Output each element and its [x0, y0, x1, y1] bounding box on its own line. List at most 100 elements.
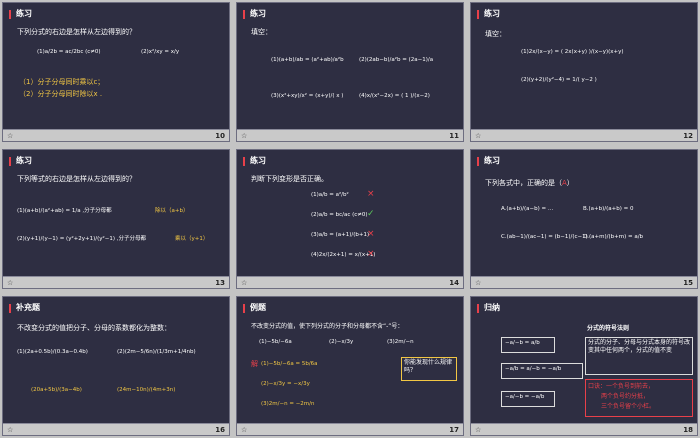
- slide-footer: [471, 276, 697, 288]
- question-text: 不改变分式的值把分子、分母的系数都化为整数：: [17, 324, 171, 332]
- slide-thumbnail-18[interactable]: 归纳 分式的符号法则 −a/−b = a/b −a/b = a/−b = −a/…: [470, 296, 698, 436]
- star-icon: ☆: [7, 132, 14, 140]
- formula-2: (2)x²/xy = x/y: [141, 49, 180, 55]
- slide-number: 13: [215, 279, 225, 287]
- wrong-mark-icon: ×: [367, 189, 375, 199]
- rule-heading: 分式的符号法则: [587, 325, 630, 332]
- question-stem: 下列各式中，正确的是（: [485, 179, 562, 187]
- star-icon: ☆: [7, 279, 14, 287]
- wrong-mark-icon: ×: [367, 249, 375, 259]
- formula-1: (1)(a+b)/(a²+ab) = 1/a ,分子分母都: [17, 208, 112, 214]
- formula-1: (1)(a+b)/ab = (a²+ab)/a²b: [271, 57, 344, 63]
- slide-title: 练习: [16, 9, 32, 18]
- star-icon: ☆: [241, 279, 248, 287]
- answer-2: (24m−10n)/(4m+3n): [117, 387, 176, 393]
- star-icon: ☆: [241, 132, 248, 140]
- formula-4: (4)2x/(2x+1) = x/(x+1): [311, 252, 376, 258]
- slide-thumbnail-14[interactable]: 练习 判断下列变形是否正确。 (1)a/b = a²/b² (2)a/b = b…: [236, 149, 464, 289]
- star-icon: ☆: [241, 426, 248, 434]
- slide-number: 15: [683, 279, 693, 287]
- slide-thumbnail-16[interactable]: 补充题 不改变分式的值把分子、分母的系数都化为整数： (1)(2a+0.5b)/…: [2, 296, 230, 436]
- slide-title: 练习: [484, 9, 500, 18]
- question-text: 填空：: [251, 28, 272, 36]
- tip-line-2: 两个负号约分抵，: [601, 393, 650, 400]
- example-3: −a/−b = −a/b: [505, 394, 545, 400]
- formula-2: (2)(2m−5/6n)/(1/3m+1/4nb): [117, 349, 196, 355]
- option-b: B.(a+b)/(a+b) = 0: [583, 206, 634, 212]
- question-text: 下列各式中，正确的是（A）: [485, 178, 574, 188]
- slide-number: 11: [449, 132, 459, 140]
- check-mark-icon: ✓: [367, 209, 375, 219]
- formula-1: (1)a/2b = ac/2bc (c≠0): [37, 49, 101, 55]
- question-text: 判断下列变形是否正确。: [251, 175, 328, 183]
- title-marker: [243, 304, 245, 313]
- tip-line-3: 三个负号留个小杠。: [601, 403, 656, 410]
- slide-thumbnail-12[interactable]: 练习 填空： (1)2x/(x−y) = ( 2x(x+y) )/(x−y)(x…: [470, 2, 698, 142]
- star-icon: ☆: [475, 426, 482, 434]
- solution-label: 解: [251, 360, 258, 368]
- title-marker: [477, 304, 479, 313]
- formula-2: (2)(y+2)/(y²−4) = 1/( y−2 ): [521, 77, 597, 83]
- slide-number: 16: [215, 426, 225, 434]
- slide-number: 14: [449, 279, 459, 287]
- slide-footer: [471, 129, 697, 141]
- answer-1: (20a+5b)/(3a−4b): [31, 387, 82, 393]
- star-icon: ☆: [475, 132, 482, 140]
- formula-2: (2)(2ab−b)/a²b = (2a−1)/a: [359, 57, 434, 63]
- question-text: 不改变分式的值，使下列分式的分子和分母都不含“-”号：: [251, 323, 404, 330]
- title-marker: [9, 304, 11, 313]
- slide-title: 补充题: [16, 303, 40, 312]
- slide-number: 12: [683, 132, 693, 140]
- formula-1: (1)a/b = a²/b²: [311, 192, 349, 198]
- slide-title: 练习: [250, 9, 266, 18]
- wrong-mark-icon: ×: [367, 229, 375, 239]
- slide-thumbnail-15[interactable]: 练习 下列各式中，正确的是（A） A.(a+b)/(a−b) = … B.(a+…: [470, 149, 698, 289]
- slide-footer: [471, 423, 697, 435]
- title-marker: [9, 157, 11, 166]
- slide-footer: [3, 423, 229, 435]
- slide-title: 练习: [484, 156, 500, 165]
- formula-3: (3)2m/−n: [387, 339, 414, 345]
- title-marker: [477, 157, 479, 166]
- slide-thumbnail-13[interactable]: 练习 下列等式的右边是怎样从左边得到的？ (1)(a+b)/(a²+ab) = …: [2, 149, 230, 289]
- formula-2: (2)−x/3y: [329, 339, 354, 345]
- title-marker: [243, 157, 245, 166]
- example-1: −a/−b = a/b: [505, 340, 540, 346]
- solution-2: (2)−x/3y = −x/3y: [261, 381, 310, 387]
- slide-footer: [237, 129, 463, 141]
- tip-line-1: 口诀：一个负号到前去，: [588, 383, 655, 390]
- formula-1: (1)(2a+0.5b)/(0.3a−0.4b): [17, 349, 88, 355]
- slide-title: 归纳: [484, 303, 500, 312]
- title-marker: [477, 10, 479, 19]
- callout-text: 你能发现什么规律吗？: [404, 359, 453, 374]
- rule-text: 分式的分子、分母与分式本身的符号改变其中任何两个，分式的值不变: [588, 339, 691, 354]
- formula-1: (1)2x/(x−y) = ( 2x(x+y) )/(x−y)(x+y): [521, 49, 624, 55]
- question-close: ）: [566, 179, 574, 187]
- title-marker: [9, 10, 11, 19]
- formula-2: (2)a/b = bc/ac (c≠0): [311, 212, 368, 218]
- formula-3: (3)a/b = (a+1)/(b+1): [311, 232, 370, 238]
- answer-1: 除以（a+b）: [155, 208, 189, 214]
- question-text: 填空：: [485, 30, 506, 38]
- slide-footer: [237, 423, 463, 435]
- option-c: C.(ab−1)/(ac−1) = (b−1)/(c−1): [501, 234, 588, 240]
- formula-2: (2)(y+1)/(y−1) = (y²+2y+1)/(y²−1) ,分子分母都: [17, 236, 146, 242]
- formula-1: (1)−5b/−6a: [259, 339, 292, 345]
- answer-1: （1）分子分母同时乘以c；: [19, 78, 105, 86]
- slide-thumbnail-10[interactable]: 练习 下列分式的右边是怎样从左边得到的？ (1)a/2b = ac/2bc (c…: [2, 2, 230, 142]
- slide-title: 练习: [16, 156, 32, 165]
- solution-3: (3)2m/−n = −2m/n: [261, 401, 315, 407]
- slide-footer: [3, 129, 229, 141]
- slide-footer: [237, 276, 463, 288]
- slide-title: 例题: [250, 303, 266, 312]
- slide-number: 18: [683, 426, 693, 434]
- solution-1: (1)−5b/−6a = 5b/6a: [261, 361, 318, 367]
- slide-thumbnail-11[interactable]: 练习 填空： (1)(a+b)/ab = (a²+ab)/a²b (2)(2ab…: [236, 2, 464, 142]
- slide-thumbnail-17[interactable]: 例题 不改变分式的值，使下列分式的分子和分母都不含“-”号： (1)−5b/−6…: [236, 296, 464, 436]
- slide-footer: [3, 276, 229, 288]
- slide-number: 17: [449, 426, 459, 434]
- star-icon: ☆: [7, 426, 14, 434]
- answer-2: （2）分子分母同时除以x .: [19, 90, 103, 98]
- question-text: 下列分式的右边是怎样从左边得到的？: [17, 28, 136, 36]
- title-marker: [243, 10, 245, 19]
